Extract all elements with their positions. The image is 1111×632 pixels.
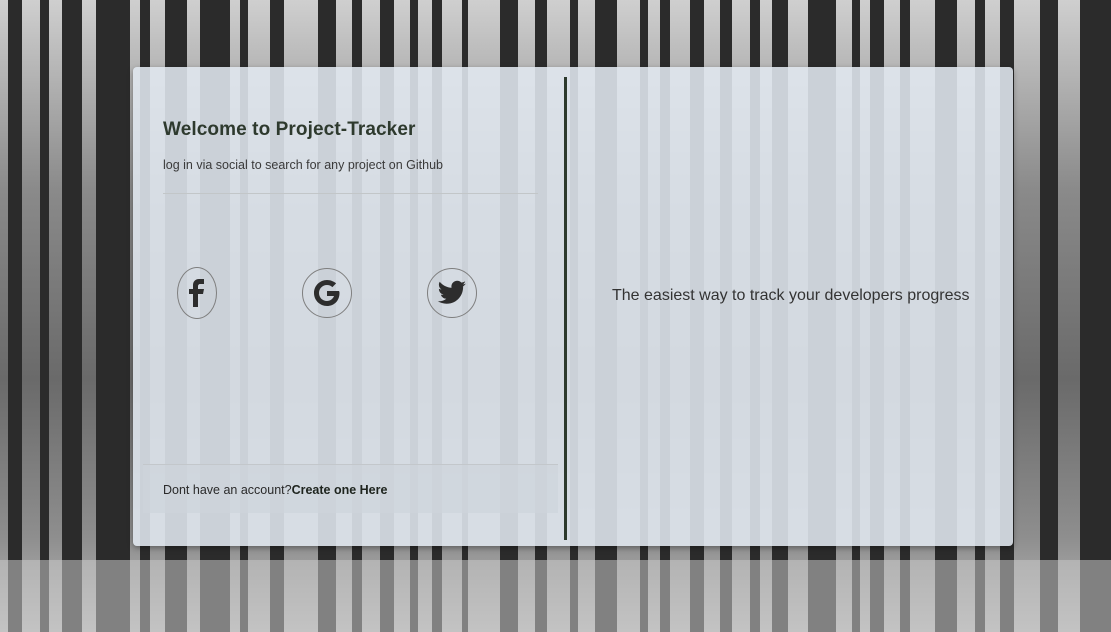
twitter-login-button[interactable] bbox=[427, 268, 477, 318]
create-account-link[interactable]: Create one Here bbox=[292, 483, 388, 497]
facebook-login-button[interactable] bbox=[177, 267, 217, 319]
divider-line bbox=[163, 193, 538, 194]
page-title: Welcome to Project-Tracker bbox=[163, 119, 416, 140]
twitter-icon bbox=[437, 280, 466, 304]
page-subtitle: log in via social to search for any proj… bbox=[163, 158, 444, 172]
login-card: Welcome to Project-Tracker log in via so… bbox=[133, 67, 1013, 546]
tagline: The easiest way to track your developers… bbox=[612, 287, 970, 304]
vertical-divider bbox=[564, 77, 567, 540]
signup-footer: Dont have an account?Create one Here bbox=[143, 464, 558, 513]
google-icon bbox=[314, 280, 340, 306]
signup-prompt: Dont have an account?Create one Here bbox=[163, 483, 387, 497]
google-login-button[interactable] bbox=[302, 268, 352, 318]
facebook-icon bbox=[189, 279, 204, 307]
signup-prompt-text: Dont have an account? bbox=[163, 483, 292, 497]
login-panel: Welcome to Project-Tracker log in via so… bbox=[143, 67, 558, 546]
